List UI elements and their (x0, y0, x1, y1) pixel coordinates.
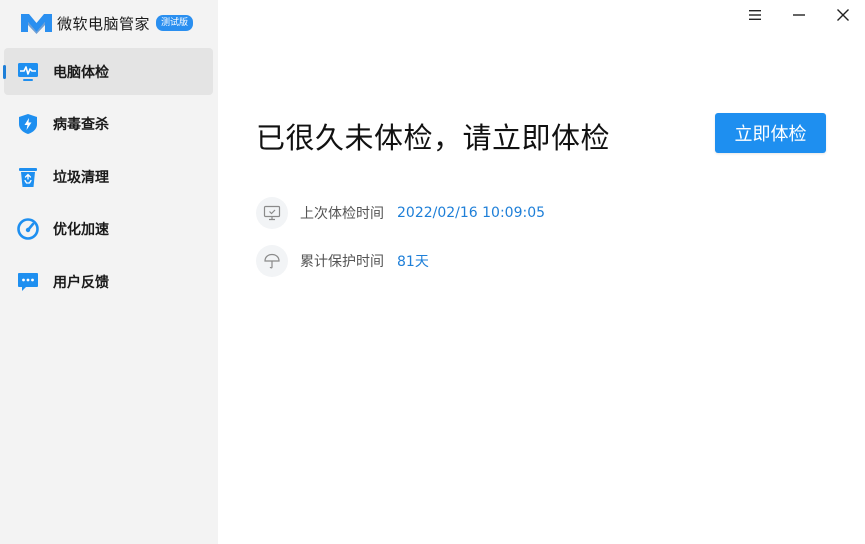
sidebar-item-checkup[interactable]: 电脑体检 (3, 48, 213, 95)
recycle-bin-icon (17, 166, 39, 188)
shield-bolt-icon (17, 113, 39, 135)
speedometer-icon (17, 218, 39, 240)
minimize-icon (793, 14, 805, 16)
sidebar-item-label: 用户反馈 (53, 274, 109, 291)
sidebar-nav: 电脑体检 病毒查杀 垃圾清理 优化加速 用户反馈 (3, 48, 213, 311)
monitor-pulse-icon (17, 61, 39, 83)
menu-button[interactable] (733, 0, 777, 30)
umbrella-icon (256, 245, 288, 277)
last-checkup-label: 上次体检时间 (300, 206, 384, 222)
main-panel: 已很久未体检，请立即体检 立即体检 上次体检时间 2022/02/16 10:0… (218, 0, 865, 544)
monitor-icon (256, 197, 288, 229)
close-button[interactable] (821, 0, 865, 30)
window-controls (733, 0, 865, 30)
close-icon (837, 9, 849, 21)
protection-time-label: 累计保护时间 (300, 254, 384, 270)
last-checkup-value: 2022/02/16 10:09:05 (397, 205, 546, 221)
start-checkup-button[interactable]: 立即体检 (715, 113, 826, 153)
sidebar-item-label: 垃圾清理 (53, 169, 109, 186)
beta-badge: 测试版 (156, 15, 194, 31)
brand: 微软电脑管家 测试版 (20, 11, 194, 35)
app-logo-icon (21, 14, 52, 34)
sidebar-item-optimize[interactable]: 优化加速 (4, 206, 213, 253)
sidebar-item-feedback[interactable]: 用户反馈 (4, 258, 213, 305)
protection-time-row: 累计保护时间 81天 (256, 245, 429, 277)
sidebar: 微软电脑管家 测试版 电脑体检 病毒查杀 垃圾清理 优化加速 用户反馈 (0, 0, 218, 544)
sidebar-item-label: 优化加速 (53, 222, 109, 238)
chat-bubble-icon (17, 271, 39, 293)
app-name: 微软电脑管家 (57, 14, 151, 33)
checkup-headline: 已很久未体检，请立即体检 (256, 121, 611, 155)
app-window: 微软电脑管家 测试版 电脑体检 病毒查杀 垃圾清理 优化加速 用户反馈 已很久未… (0, 0, 865, 544)
menu-icon (749, 10, 761, 20)
sidebar-item-label: 病毒查杀 (53, 117, 109, 133)
last-checkup-row: 上次体检时间 2022/02/16 10:09:05 (256, 197, 545, 229)
protection-time-value: 81天 (397, 254, 429, 270)
sidebar-item-virus-scan[interactable]: 病毒查杀 (4, 101, 213, 148)
sidebar-item-label: 电脑体检 (53, 64, 109, 81)
sidebar-item-junk-clean[interactable]: 垃圾清理 (4, 153, 213, 200)
minimize-button[interactable] (777, 0, 821, 30)
